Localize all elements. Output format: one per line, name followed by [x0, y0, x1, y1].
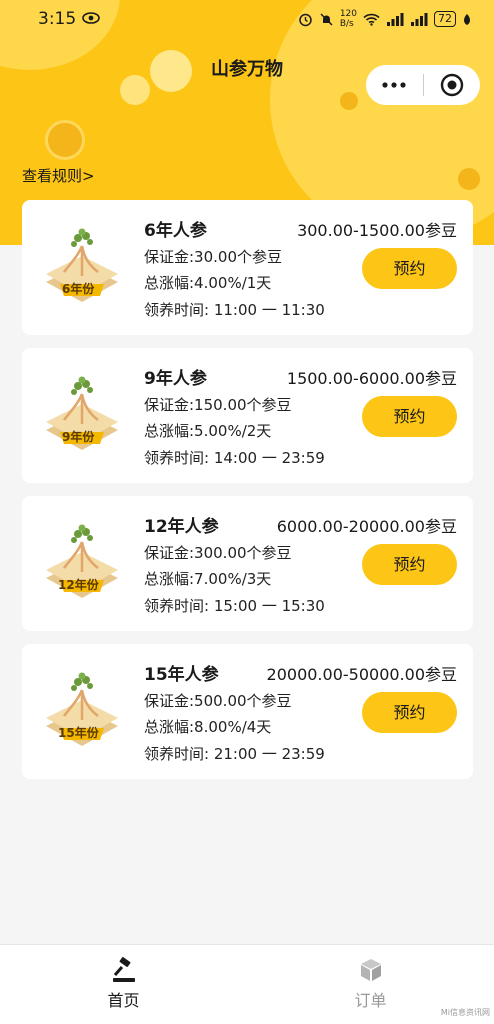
- product-adopt-time: 领养时间: 14:00 一 23:59: [144, 449, 325, 467]
- product-deposit: 保证金:30.00个参豆: [144, 248, 282, 266]
- tab-orders-label: 订单: [354, 991, 387, 1010]
- product-price-range: 6000.00-20000.00参豆: [276, 517, 457, 536]
- product-growth: 总涨幅:5.00%/2天: [144, 422, 272, 440]
- ginseng-image: 12年份: [40, 520, 124, 604]
- close-mini-program-button[interactable]: [424, 65, 481, 105]
- coin-decoration: [340, 92, 358, 110]
- reserve-button[interactable]: 预约: [362, 396, 457, 437]
- product-adopt-time: 领养时间: 15:00 一 15:30: [144, 597, 325, 615]
- product-deposit: 保证金:300.00个参豆: [144, 544, 292, 562]
- product-name: 12年人参: [144, 517, 219, 537]
- product-deposit: 保证金:500.00个参豆: [144, 692, 292, 710]
- ginseng-image: 6年份: [40, 224, 124, 308]
- product-name: 15年人参: [144, 665, 219, 685]
- net-speed-value: 120: [339, 9, 357, 19]
- more-dots-icon: [382, 82, 406, 88]
- product-price-range: 300.00-1500.00参豆: [297, 221, 457, 240]
- reserve-button[interactable]: 预约: [362, 544, 457, 585]
- status-bar: 3:15 120 B/s 72: [0, 0, 494, 38]
- ginseng-image: 15年份: [40, 668, 124, 752]
- mute-bell-icon: [319, 12, 334, 27]
- tab-home-label: 首页: [107, 991, 140, 1010]
- product-name: 9年人参: [144, 369, 207, 389]
- status-time: 3:15: [38, 9, 77, 29]
- product-adopt-time: 领养时间: 11:00 一 11:30: [144, 301, 325, 319]
- bottom-tab-bar: 首页 订单: [0, 944, 494, 1024]
- mini-program-capsule: [366, 65, 480, 105]
- leaf-icon: [462, 13, 472, 26]
- product-price-range: 20000.00-50000.00参豆: [266, 665, 457, 684]
- gavel-icon: [112, 957, 135, 982]
- signal-icon: [410, 12, 428, 26]
- network-speed: 120 B/s: [340, 9, 357, 29]
- wifi-icon: [363, 13, 380, 26]
- view-rules-link[interactable]: 查看规则>: [22, 165, 95, 186]
- product-price-range: 1500.00-6000.00参豆: [286, 369, 457, 388]
- signal-icon: [386, 12, 404, 26]
- eye-icon: [82, 9, 100, 29]
- product-adopt-time: 领养时间: 21:00 一 23:59: [144, 745, 325, 763]
- product-card: 12年份 12年人参 6000.00-20000.00参豆 保证金:300.00…: [22, 496, 473, 631]
- reserve-button[interactable]: 预约: [362, 248, 457, 289]
- net-speed-unit: B/s: [339, 19, 354, 29]
- year-badge: 15年份: [58, 726, 99, 740]
- product-card: 9年份 9年人参 1500.00-6000.00参豆 保证金:150.00个参豆…: [22, 348, 473, 483]
- alarm-icon: [298, 12, 313, 27]
- battery-indicator: 72: [434, 11, 456, 27]
- product-growth: 总涨幅:7.00%/3天: [144, 570, 272, 588]
- reserve-button[interactable]: 预约: [362, 692, 457, 733]
- tab-home[interactable]: 首页: [0, 945, 247, 1024]
- page-title: 山参万物: [211, 59, 283, 80]
- watermark: Mi信息资讯网: [440, 1008, 490, 1017]
- coin-decoration: [458, 168, 480, 190]
- more-menu-button[interactable]: [366, 65, 423, 105]
- year-badge: 6年份: [62, 282, 95, 296]
- target-close-icon: [440, 73, 463, 97]
- ginseng-image: 9年份: [40, 372, 124, 456]
- year-badge: 9年份: [62, 430, 95, 444]
- product-deposit: 保证金:150.00个参豆: [144, 396, 292, 414]
- product-growth: 总涨幅:8.00%/4天: [144, 718, 272, 736]
- product-growth: 总涨幅:4.00%/1天: [144, 274, 272, 292]
- box-icon: [360, 959, 381, 981]
- product-name: 6年人参: [144, 221, 207, 241]
- product-card: 6年份 6年人参 300.00-1500.00参豆 保证金:30.00个参豆 总…: [22, 200, 473, 335]
- year-badge: 12年份: [58, 578, 99, 592]
- product-card: 15年份 15年人参 20000.00-50000.00参豆 保证金:500.0…: [22, 644, 473, 779]
- coin-decoration: [45, 120, 85, 160]
